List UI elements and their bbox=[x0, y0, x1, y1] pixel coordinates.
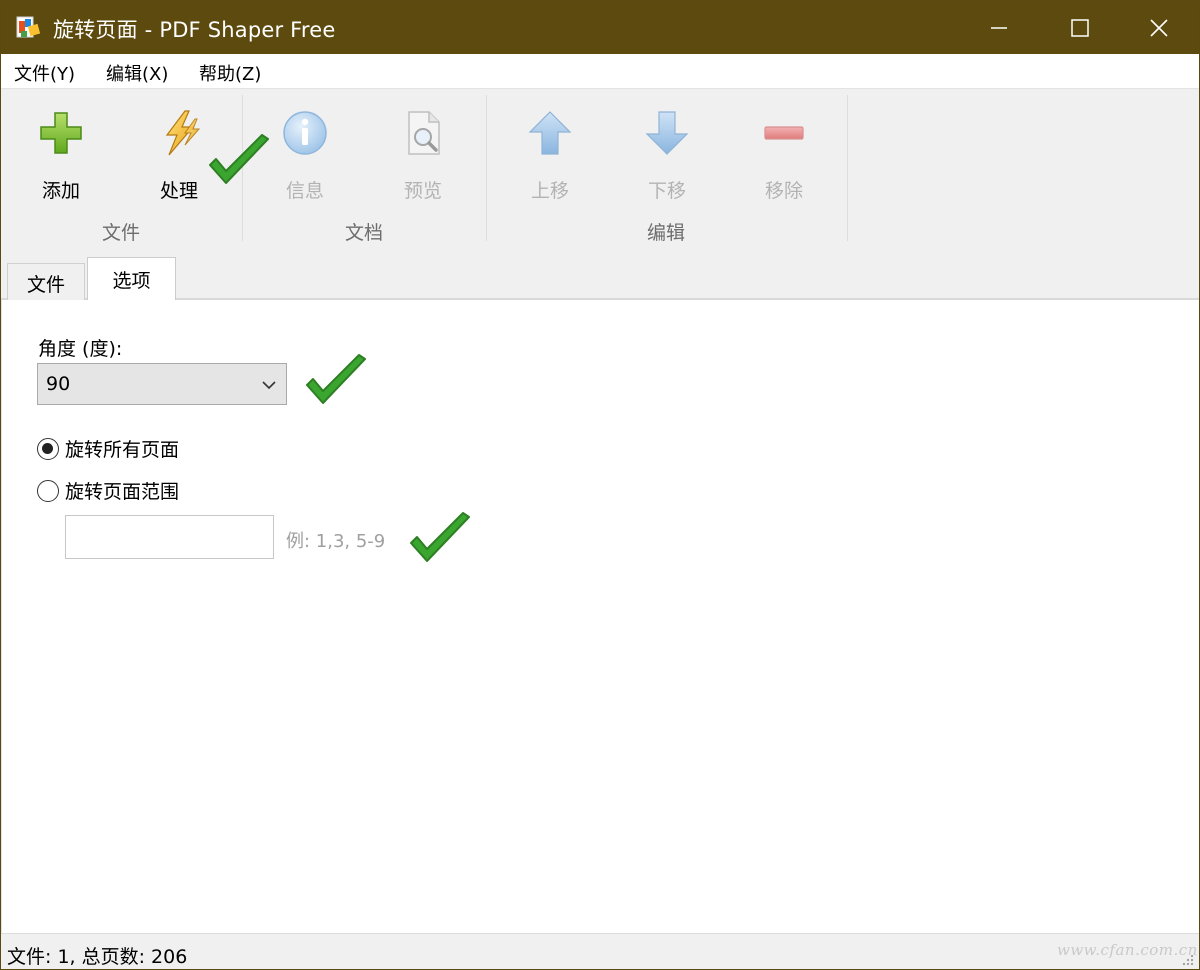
chevron-down-icon bbox=[262, 381, 276, 390]
title-bar[interactable]: 旋转页面 - PDF Shaper Free bbox=[1, 1, 1199, 54]
remove-button[interactable]: 移除 bbox=[734, 103, 834, 213]
tab-options[interactable]: 选项 bbox=[87, 257, 176, 301]
watermark: www.cfan.com.cn bbox=[1057, 941, 1198, 959]
page-range-input[interactable] bbox=[65, 515, 274, 559]
app-window: 旋转页面 - PDF Shaper Free 文件(Y) 编辑(X) 帮助(Z)… bbox=[0, 0, 1200, 970]
status-bar: 文件: 1, 总页数: 206 bbox=[1, 933, 1199, 969]
minus-icon bbox=[764, 126, 804, 140]
check-mark-icon bbox=[209, 134, 269, 184]
group-label-edit: 编辑 bbox=[646, 222, 685, 244]
group-label-file: 文件 bbox=[101, 222, 140, 244]
tab-strip bbox=[1, 248, 1199, 300]
move-down-button[interactable]: 下移 bbox=[617, 103, 717, 213]
lightning-icon bbox=[165, 110, 201, 156]
add-button[interactable]: 添加 bbox=[11, 103, 111, 213]
app-icon bbox=[16, 16, 41, 38]
minimize-icon bbox=[991, 26, 1007, 29]
group-separator bbox=[847, 95, 848, 241]
group-separator bbox=[486, 95, 487, 241]
group-label-document: 文档 bbox=[344, 222, 383, 244]
check-mark-icon bbox=[410, 512, 470, 562]
angle-select-value: 90 bbox=[46, 373, 71, 395]
menu-help[interactable]: 帮助(Z) bbox=[199, 60, 261, 86]
rotate-all-option[interactable]: 旋转所有页面 bbox=[37, 435, 179, 462]
preview-button[interactable]: 预览 bbox=[373, 103, 473, 213]
rotate-all-radio[interactable] bbox=[37, 437, 59, 460]
remove-label: 移除 bbox=[764, 180, 803, 202]
close-icon bbox=[1150, 18, 1168, 37]
tab-file[interactable]: 文件 bbox=[7, 263, 85, 300]
minimize-button[interactable] bbox=[959, 1, 1039, 54]
page-range-hint: 例: 1,3, 5-9 bbox=[286, 531, 386, 552]
maximize-button[interactable] bbox=[1040, 1, 1120, 54]
rotate-all-label: 旋转所有页面 bbox=[65, 439, 180, 461]
ribbon-toolbar: 添加 处理 文件 信息 预览 文档 上移 下移 移除 编辑 bbox=[1, 88, 1199, 248]
close-button[interactable] bbox=[1119, 1, 1199, 54]
angle-label: 角度 (度): bbox=[38, 338, 123, 360]
window-title: 旋转页面 - PDF Shaper Free bbox=[53, 18, 336, 42]
menu-file[interactable]: 文件(Y) bbox=[14, 60, 75, 86]
status-text: 文件: 1, 总页数: 206 bbox=[7, 946, 188, 968]
preview-icon bbox=[408, 111, 440, 155]
move-down-label: 下移 bbox=[647, 180, 686, 202]
arrow-down-icon bbox=[645, 111, 689, 155]
check-mark-icon bbox=[306, 354, 366, 404]
menu-bar: 文件(Y) 编辑(X) 帮助(Z) bbox=[1, 54, 1199, 88]
maximize-icon bbox=[1071, 18, 1089, 37]
move-up-button[interactable]: 上移 bbox=[500, 103, 600, 213]
preview-label: 预览 bbox=[403, 180, 442, 202]
rotate-range-option[interactable]: 旋转页面范围 bbox=[37, 477, 179, 504]
menu-edit[interactable]: 编辑(X) bbox=[106, 60, 168, 86]
rotate-range-label: 旋转页面范围 bbox=[65, 481, 180, 503]
add-label: 添加 bbox=[41, 180, 80, 202]
angle-select[interactable]: 90 bbox=[37, 363, 287, 405]
rotate-range-radio[interactable] bbox=[37, 479, 59, 502]
info-icon bbox=[283, 111, 327, 155]
plus-icon bbox=[40, 112, 82, 154]
arrow-up-icon bbox=[528, 111, 572, 155]
move-up-label: 上移 bbox=[530, 180, 569, 202]
